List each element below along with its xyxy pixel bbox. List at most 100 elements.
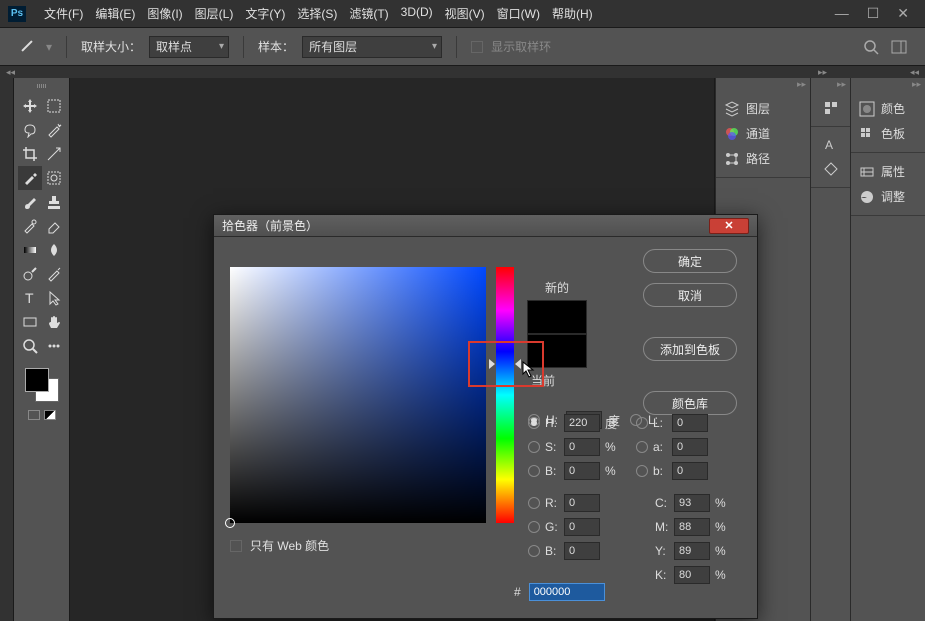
input-r[interactable] [564, 494, 600, 512]
input-g[interactable] [564, 518, 600, 536]
panel-icon [724, 126, 740, 142]
menu-item[interactable]: 图层(L) [189, 5, 240, 22]
panel-icon [724, 101, 740, 117]
sample-size-select[interactable]: 取样点 [149, 36, 229, 58]
slice-tool[interactable] [42, 142, 66, 166]
lasso-tool[interactable] [18, 118, 42, 142]
input-l[interactable] [672, 414, 708, 432]
menu-item[interactable]: 窗口(W) [491, 5, 546, 22]
rectangle-tool[interactable] [18, 310, 42, 334]
menu-item[interactable]: 文字(Y) [239, 5, 291, 22]
color-field[interactable] [230, 267, 486, 523]
menu-item[interactable]: 滤镜(T) [343, 5, 394, 22]
panel-tab[interactable]: 颜色 [859, 96, 917, 121]
crop-tool[interactable] [18, 142, 42, 166]
menu-item[interactable]: 3D(D) [395, 5, 439, 22]
radio-bb[interactable] [528, 545, 540, 557]
move-tool[interactable] [18, 94, 42, 118]
panel-tab[interactable]: 色板 [859, 121, 917, 146]
radio-l[interactable] [636, 417, 648, 429]
menu-item[interactable]: 文件(F) [38, 5, 89, 22]
add-swatch-button[interactable]: 添加到色板 [643, 337, 737, 361]
foreground-swatch[interactable] [25, 368, 49, 392]
radio-h[interactable] [528, 417, 540, 429]
web-only-checkbox[interactable] [230, 540, 242, 552]
panel-tab[interactable]: 图层 [724, 96, 802, 121]
input-s[interactable] [564, 438, 600, 456]
dialog-close-button[interactable]: ✕ [709, 218, 749, 234]
radio-s[interactable] [528, 441, 540, 453]
search-icon[interactable] [863, 39, 879, 55]
input-m[interactable] [674, 518, 710, 536]
marquee-tool[interactable] [42, 94, 66, 118]
input-h[interactable] [564, 414, 600, 432]
menu-item[interactable]: 选择(S) [291, 5, 343, 22]
color-swatches[interactable] [23, 366, 61, 404]
panel-tab[interactable]: 路径 [724, 146, 802, 171]
panel-icon-1[interactable] [819, 96, 842, 120]
panel-tab[interactable]: 调整 [859, 184, 917, 209]
path-select-tool[interactable] [42, 286, 66, 310]
panel-icon-2[interactable]: A [819, 133, 842, 157]
zoom-tool[interactable] [18, 334, 42, 358]
panel-tab[interactable]: 属性 [859, 159, 917, 184]
panel-tab[interactable]: 通道 [724, 121, 802, 146]
input-k[interactable] [674, 566, 710, 584]
input-b[interactable] [564, 462, 600, 480]
radio-b[interactable] [528, 465, 540, 477]
menu-item[interactable]: 视图(V) [439, 5, 491, 22]
hex-input[interactable] [529, 583, 605, 601]
input-c[interactable] [674, 494, 710, 512]
app-logo: Ps [8, 6, 26, 22]
input-lab-b[interactable] [672, 462, 708, 480]
cancel-button[interactable]: 取消 [643, 283, 737, 307]
dialog-titlebar[interactable]: 拾色器（前景色） ✕ [214, 215, 757, 237]
ok-button[interactable]: 确定 [643, 249, 737, 273]
svg-text:A: A [825, 138, 833, 152]
canvas[interactable]: 拾色器（前景色） ✕ 新的 当前 确定 取消 [70, 78, 714, 621]
hand-tool[interactable] [42, 310, 66, 334]
show-ring-checkbox[interactable] [471, 41, 483, 53]
menu-item[interactable]: 编辑(E) [89, 5, 141, 22]
edit-toolbar-tool[interactable] [42, 334, 66, 358]
hue-arrow-left [489, 359, 495, 369]
minimize-button[interactable]: — [835, 5, 849, 22]
menu-item[interactable]: 帮助(H) [546, 5, 599, 22]
menu-item[interactable]: 图像(I) [141, 5, 188, 22]
eyedropper-tool[interactable] [18, 166, 42, 190]
input-bb[interactable] [564, 542, 600, 560]
current-color-box[interactable] [527, 334, 587, 368]
workspace-icon[interactable] [891, 39, 907, 55]
history-brush-tool[interactable] [18, 214, 42, 238]
radio-g[interactable] [528, 521, 540, 533]
quickmask-icon[interactable] [28, 410, 40, 420]
stamp-tool[interactable] [42, 190, 66, 214]
input-a[interactable] [672, 438, 708, 456]
hue-slider[interactable] [496, 267, 514, 523]
pen-tool[interactable] [42, 262, 66, 286]
dialog-title: 拾色器（前景色） [222, 217, 318, 234]
panel-icon [859, 189, 875, 205]
color-picker-dialog: 拾色器（前景色） ✕ 新的 当前 确定 取消 [213, 214, 758, 619]
magic-wand-tool[interactable] [42, 118, 66, 142]
default-colors-icon[interactable] [44, 410, 56, 420]
svg-text:T: T [25, 290, 34, 306]
sample-select[interactable]: 所有图层 [302, 36, 442, 58]
radio-r[interactable] [528, 497, 540, 509]
radio-lab-b[interactable] [636, 465, 648, 477]
titlebar: Ps 文件(F)编辑(E)图像(I)图层(L)文字(Y)选择(S)滤镜(T)3D… [0, 0, 925, 28]
maximize-button[interactable]: ☐ [867, 5, 880, 22]
spot-heal-tool[interactable] [42, 166, 66, 190]
eraser-tool[interactable] [42, 214, 66, 238]
close-button[interactable]: ✕ [897, 5, 909, 22]
type-tool[interactable]: T [18, 286, 42, 310]
gradient-tool[interactable] [18, 238, 42, 262]
radio-a[interactable] [636, 441, 648, 453]
dodge-tool[interactable] [18, 262, 42, 286]
blur-tool[interactable] [42, 238, 66, 262]
collapse-bar: ◂◂ ▸▸ ◂◂ [0, 66, 925, 78]
brush-tool[interactable] [18, 190, 42, 214]
panel-icon [859, 101, 875, 117]
input-y[interactable] [674, 542, 710, 560]
panel-icon-3[interactable] [819, 157, 842, 181]
